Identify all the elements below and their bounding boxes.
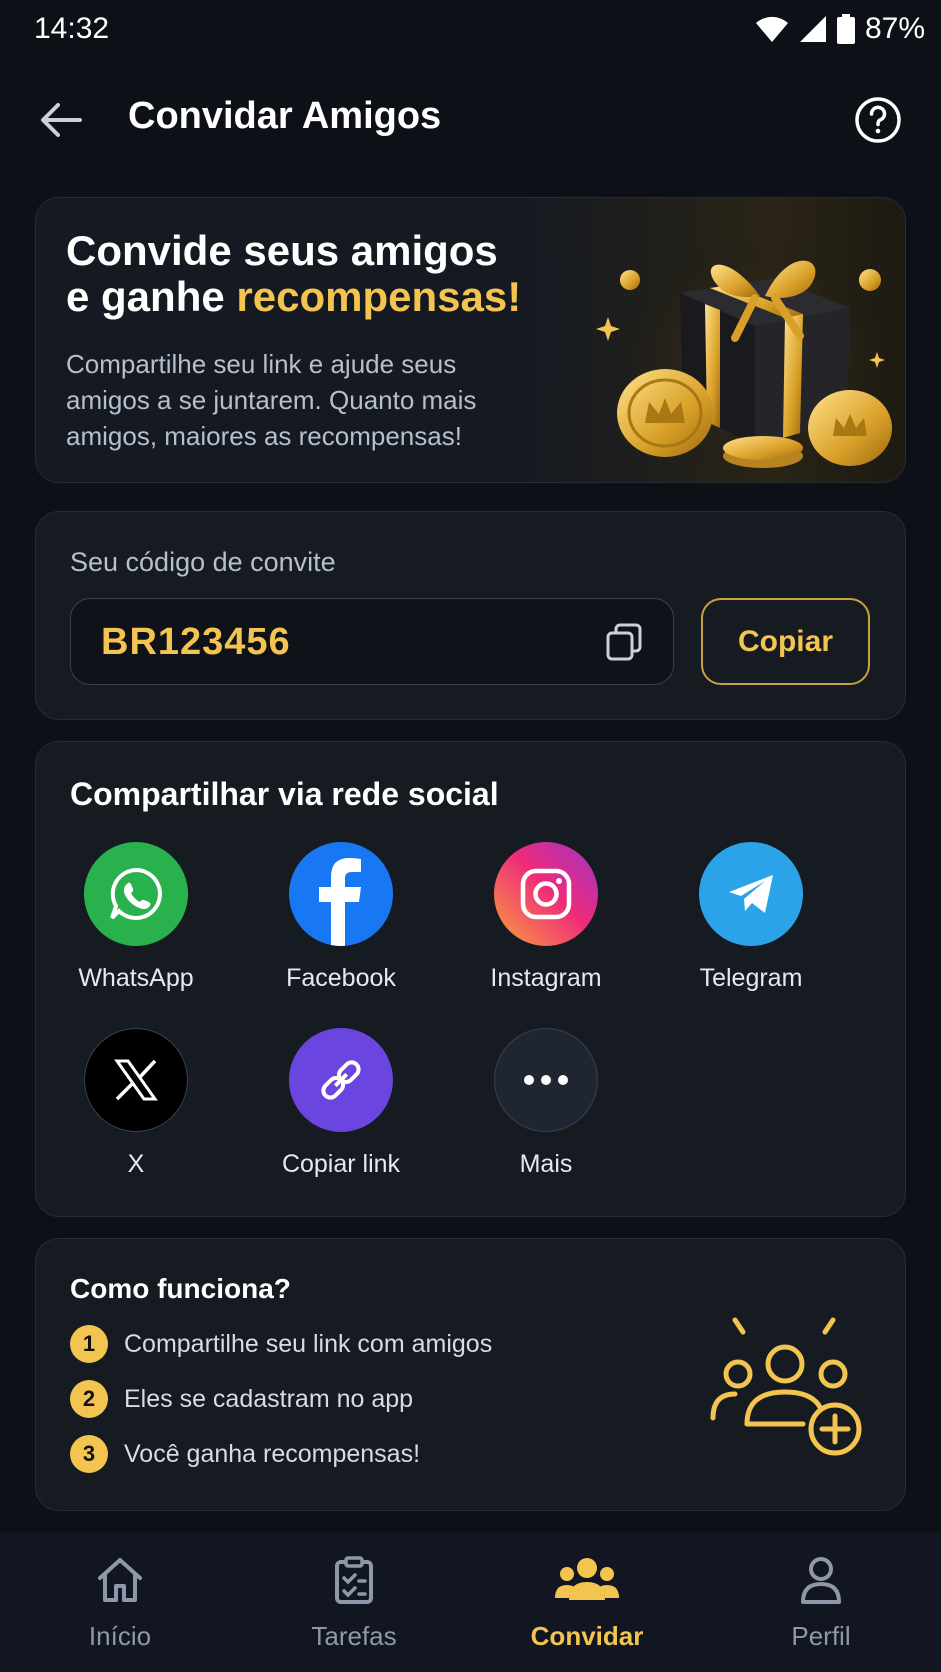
step-item: 2 Eles se cadastram no app xyxy=(70,1380,413,1418)
nav-item-tasks[interactable]: Tarefas xyxy=(254,1554,454,1652)
step-number: 3 xyxy=(70,1435,108,1473)
hero-title-line2: e ganhe xyxy=(66,273,237,320)
nav-item-profile[interactable]: Perfil xyxy=(721,1554,921,1652)
social-share-card: Compartilhar via rede social WhatsApp Fa… xyxy=(35,741,906,1217)
bottom-nav: Início Tarefas Convidar Perfil xyxy=(0,1532,941,1672)
whatsapp-icon xyxy=(84,842,188,946)
tasks-icon xyxy=(335,1556,373,1604)
home-icon xyxy=(98,1558,142,1602)
how-it-works-card: Como funciona? 1 Compartilhe seu link co… xyxy=(35,1238,906,1511)
more-icon xyxy=(494,1028,598,1132)
copy-code-button[interactable]: Copiar xyxy=(701,598,870,685)
hero-title-highlight: recompensas! xyxy=(236,273,522,320)
step-item: 3 Você ganha recompensas! xyxy=(70,1435,420,1473)
invite-code-value: BR123456 xyxy=(101,621,291,663)
battery-percent: 87% xyxy=(864,12,925,45)
nav-item-label: Início xyxy=(88,1621,152,1651)
step-number: 1 xyxy=(70,1325,108,1363)
share-whatsapp-label: WhatsApp xyxy=(78,964,194,992)
hero-title-line1: Convide seus amigos xyxy=(66,227,498,274)
invite-code-card: Seu código de convite BR123456 Copiar xyxy=(35,511,906,720)
invite-icon xyxy=(555,1558,619,1600)
nav-item-label: Tarefas xyxy=(311,1621,397,1651)
status-time: 14:32 xyxy=(34,12,110,45)
social-share-title: Compartilhar via rede social xyxy=(70,776,499,812)
share-facebook[interactable]: Facebook xyxy=(241,842,441,993)
facebook-icon xyxy=(289,842,393,946)
hero-description: Compartilhe seu link e ajude seus amigos… xyxy=(66,349,477,451)
app-bar: Convidar Amigos xyxy=(0,75,941,165)
nav-item-invite[interactable]: Convidar xyxy=(487,1554,687,1652)
share-instagram-label: Instagram xyxy=(490,964,602,992)
signal-icon xyxy=(799,16,826,42)
hero-banner: Convide seus amigos e ganhe recompensas!… xyxy=(35,197,906,483)
hero-title: Convide seus amigos e ganhe recompensas! xyxy=(66,228,546,320)
share-instagram[interactable]: Instagram xyxy=(446,842,646,993)
x-icon xyxy=(84,1028,188,1132)
share-x[interactable]: X xyxy=(36,1028,236,1179)
share-x-label: X xyxy=(127,1150,145,1178)
page-title: Convidar Amigos xyxy=(128,95,442,137)
status-bar: 14:32 87% xyxy=(0,0,941,60)
telegram-icon xyxy=(699,842,803,946)
share-telegram-label: Telegram xyxy=(699,964,803,992)
status-icons: 87% xyxy=(755,12,925,46)
copy-icon[interactable] xyxy=(603,621,645,663)
share-facebook-label: Facebook xyxy=(286,964,396,992)
step-text: Compartilhe seu link com amigos xyxy=(124,1329,493,1358)
wifi-icon xyxy=(755,16,788,42)
profile-icon xyxy=(801,1557,841,1604)
nav-item-label: Perfil xyxy=(791,1621,851,1651)
nav-item-label: Convidar xyxy=(530,1621,644,1651)
share-more[interactable]: Mais xyxy=(446,1028,646,1179)
share-whatsapp[interactable]: WhatsApp xyxy=(36,842,236,993)
share-copy-link-label: Copiar link xyxy=(281,1150,401,1178)
step-text: Você ganha recompensas! xyxy=(124,1439,421,1468)
invite-code-label: Seu código de convite xyxy=(70,547,336,577)
back-arrow-icon[interactable] xyxy=(38,97,84,143)
invite-code-field[interactable]: BR123456 xyxy=(70,598,674,685)
battery-icon xyxy=(836,14,855,44)
instagram-icon xyxy=(494,842,598,946)
how-it-works-title: Como funciona? xyxy=(70,1273,291,1304)
add-friends-icon xyxy=(710,1317,862,1456)
gift-coins-illustration xyxy=(596,238,895,478)
step-number: 2 xyxy=(70,1380,108,1418)
share-more-label: Mais xyxy=(519,1150,573,1178)
share-copy-link[interactable]: Copiar link xyxy=(241,1028,441,1179)
link-icon xyxy=(289,1028,393,1132)
step-item: 1 Compartilhe seu link com amigos xyxy=(70,1325,492,1363)
nav-item-home[interactable]: Início xyxy=(20,1554,220,1652)
help-icon[interactable] xyxy=(853,95,903,145)
step-text: Eles se cadastram no app xyxy=(124,1384,414,1413)
share-telegram[interactable]: Telegram xyxy=(651,842,851,993)
